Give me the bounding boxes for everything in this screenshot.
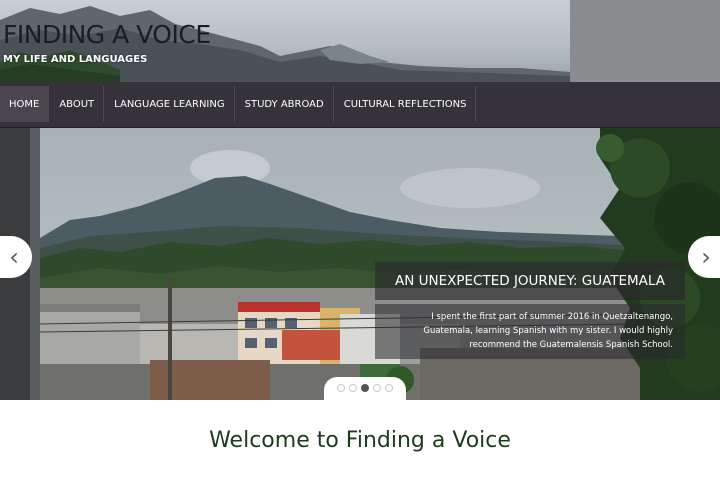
nav-item-about[interactable]: ABOUT <box>50 86 105 122</box>
main-navigation: HOME ABOUT LANGUAGE LEARNING STUDY ABROA… <box>0 82 720 128</box>
nav-list: HOME ABOUT LANGUAGE LEARNING STUDY ABROA… <box>0 84 720 124</box>
slider-dot-4[interactable] <box>373 384 381 392</box>
chevron-left-icon: ‹ <box>9 243 19 271</box>
nav-item-cultural-reflections[interactable]: CULTURAL REFLECTIONS <box>335 86 477 122</box>
chevron-right-icon: › <box>701 243 711 271</box>
slider-pagination <box>324 377 406 400</box>
slide-caption-title[interactable]: AN UNEXPECTED JOURNEY: GUATEMALA <box>375 262 685 300</box>
nav-item-home[interactable]: HOME <box>0 86 50 122</box>
slide-caption: AN UNEXPECTED JOURNEY: GUATEMALA I spent… <box>375 262 685 359</box>
slider-dot-2[interactable] <box>349 384 357 392</box>
site-header: FINDING A VOICE MY LIFE AND LANGUAGES <box>0 0 720 82</box>
hero-slider: ‹ › AN UNEXPECTED JOURNEY: GUATEMALA I s… <box>0 128 720 400</box>
slider-dot-1[interactable] <box>337 384 345 392</box>
site-tagline: MY LIFE AND LANGUAGES <box>3 54 148 65</box>
welcome-heading: Welcome to Finding a Voice <box>209 428 511 453</box>
slide-caption-text: I spent the first part of summer 2016 in… <box>375 304 685 359</box>
nav-item-study-abroad[interactable]: STUDY ABROAD <box>236 86 334 122</box>
slider-dot-3[interactable] <box>361 384 369 392</box>
slider-dot-5[interactable] <box>385 384 393 392</box>
site-title[interactable]: FINDING A VOICE <box>3 22 211 47</box>
nav-item-language-learning[interactable]: LANGUAGE LEARNING <box>105 86 235 122</box>
main-content: Welcome to Finding a Voice <box>0 400 720 480</box>
page: FINDING A VOICE MY LIFE AND LANGUAGES HO… <box>0 0 720 480</box>
